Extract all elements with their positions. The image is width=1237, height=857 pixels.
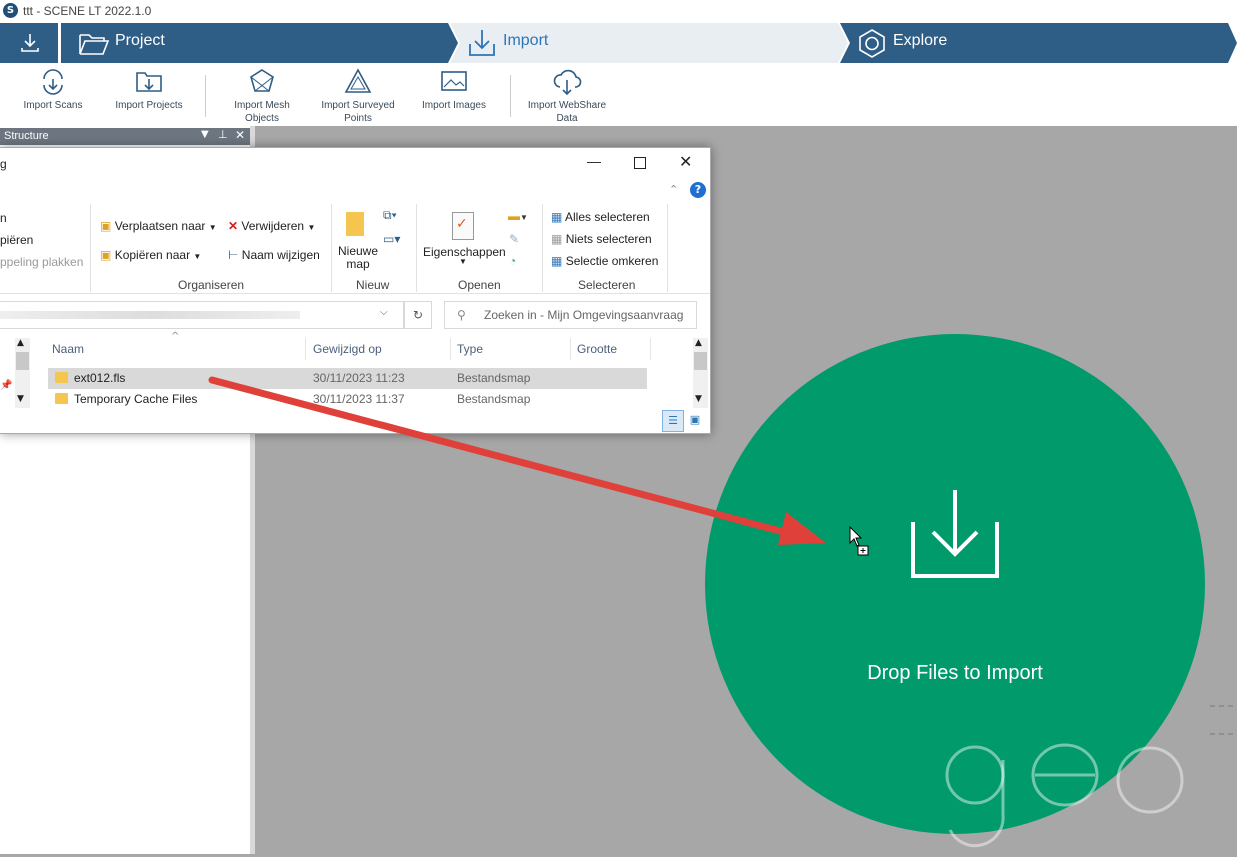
drag-cursor-icon xyxy=(848,525,870,557)
drag-arrow-annotation xyxy=(208,376,826,545)
